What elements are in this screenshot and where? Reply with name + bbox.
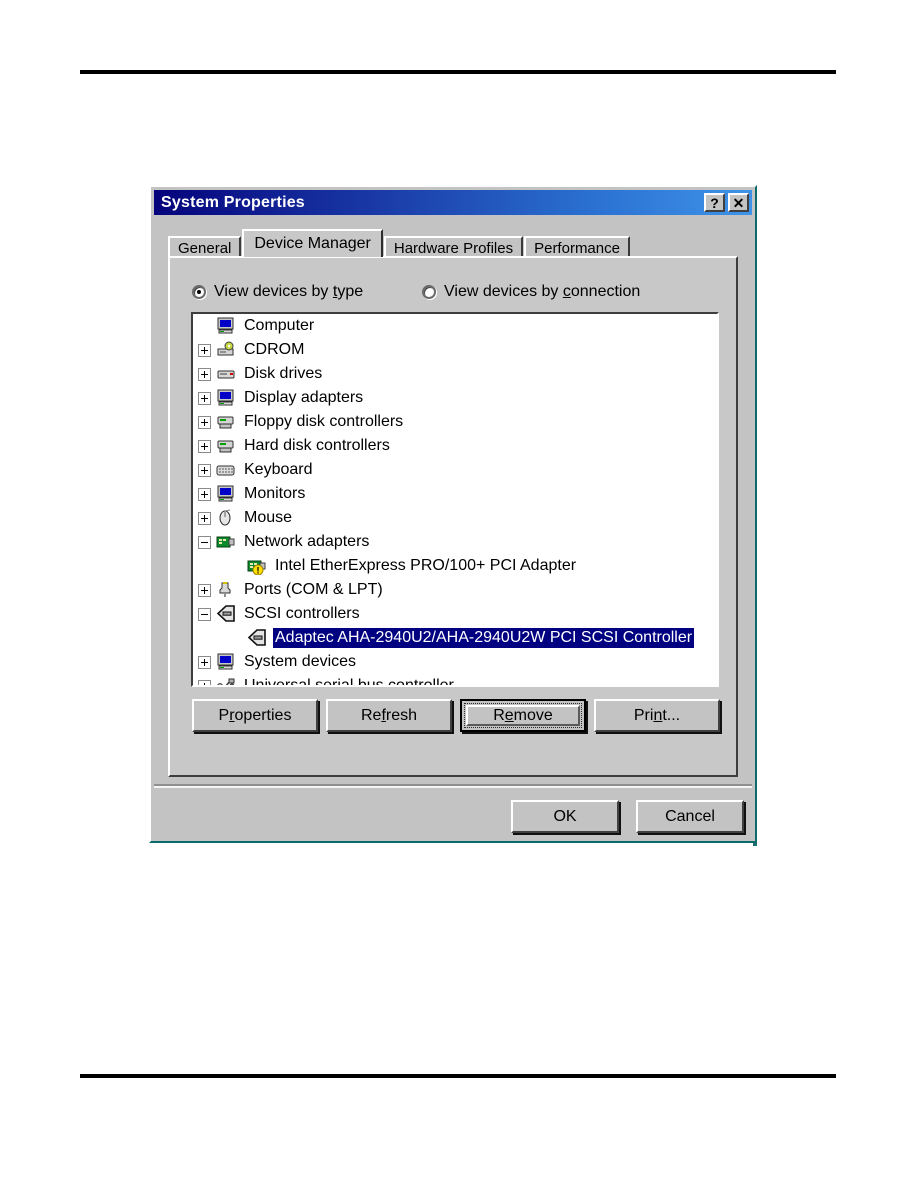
refresh-button[interactable]: Re f resh — [326, 699, 452, 732]
ok-button[interactable]: OK — [511, 800, 619, 833]
mouse-icon — [216, 509, 236, 527]
dialog-footer-buttons: OK Cancel — [511, 800, 744, 833]
tab-bar: General Device Manager Hardware Profiles… — [168, 229, 631, 259]
tree-item[interactable]: Computer — [193, 314, 717, 338]
expand-plus-icon[interactable] — [198, 655, 211, 669]
usb-controller-icon — [216, 677, 236, 685]
expand-plus-icon[interactable] — [198, 415, 211, 429]
tree-item[interactable]: SCSI controllers — [193, 602, 717, 626]
computer-icon — [216, 317, 236, 335]
radio-label-by-type: View devices by type — [214, 283, 364, 300]
expand-plus-icon[interactable] — [198, 367, 211, 381]
radio-view-by-connection[interactable]: View devices by connection — [422, 283, 640, 301]
tree-item[interactable]: Disk drives — [193, 362, 717, 386]
radio-indicator-by-connection[interactable] — [422, 285, 436, 299]
hard-disk-controller-icon — [216, 437, 236, 455]
tree-item[interactable]: Monitors — [193, 482, 717, 506]
expand-plus-icon[interactable] — [198, 487, 211, 501]
tree-item-label: Universal serial bus controller — [244, 677, 454, 687]
device-tree[interactable]: Computer CDROM Disk drives Display adapters… — [191, 312, 719, 687]
radio-label-by-connection: View devices by connection — [444, 283, 641, 300]
display-adapter-icon — [216, 389, 236, 407]
dialog-title: System Properties — [161, 193, 305, 211]
page-footer-rule — [80, 1074, 836, 1078]
system-device-icon — [216, 653, 236, 671]
tree-item[interactable]: Ports (COM & LPT) — [193, 578, 717, 602]
expand-plus-icon[interactable] — [198, 439, 211, 453]
network-adapter-warning-icon: ! — [247, 557, 267, 576]
tree-item-label: Intel EtherExpress PRO/100+ PCI Adapter — [275, 557, 577, 574]
expand-plus-icon[interactable] — [198, 583, 211, 597]
svg-text:!: ! — [257, 566, 260, 576]
expand-plus-icon[interactable] — [198, 679, 211, 685]
device-manager-panel: View devices by type View devices by con… — [168, 256, 738, 777]
collapse-minus-icon[interactable] — [198, 535, 211, 549]
keyboard-icon — [216, 461, 236, 479]
tree-item-label: Computer — [244, 317, 315, 334]
collapse-minus-icon[interactable] — [198, 607, 211, 621]
tree-item-label: Display adapters — [244, 389, 364, 406]
radio-indicator-by-type[interactable] — [192, 285, 206, 299]
scsi-controller-icon — [216, 605, 236, 623]
tree-item[interactable]: Hard disk controllers — [193, 434, 717, 458]
monitor-icon — [216, 485, 236, 503]
network-adapter-icon — [216, 533, 236, 551]
tree-item[interactable]: CDROM — [193, 338, 717, 362]
tree-item-label: Disk drives — [244, 365, 323, 382]
help-icon[interactable]: ? — [704, 193, 725, 212]
close-icon[interactable]: ✕ — [728, 193, 749, 212]
radio-view-by-type[interactable]: View devices by type — [192, 283, 422, 301]
ports-icon — [216, 581, 236, 599]
expand-plus-icon[interactable] — [198, 391, 211, 405]
scsi-controller-icon — [247, 629, 267, 647]
tree-item[interactable]: Network adapters — [193, 530, 717, 554]
cdrom-icon — [216, 341, 236, 359]
print-button[interactable]: Pri n t... — [594, 699, 720, 732]
tree-item[interactable]: Keyboard — [193, 458, 717, 482]
tree-item-label: Adaptec AHA-2940U2/AHA-2940U2W PCI SCSI … — [273, 628, 695, 648]
footer-divider — [154, 784, 752, 788]
view-mode-radio-group: View devices by type View devices by con… — [192, 283, 722, 301]
tree-item-label: Floppy disk controllers — [244, 413, 404, 430]
tree-item-label: System devices — [244, 653, 357, 670]
tree-item[interactable]: System devices — [193, 650, 717, 674]
expand-plus-icon[interactable] — [198, 511, 211, 525]
cancel-button[interactable]: Cancel — [636, 800, 744, 833]
tree-item-label: Ports (COM & LPT) — [244, 581, 383, 598]
tree-item-label: CDROM — [244, 341, 305, 358]
tree-item-label: Hard disk controllers — [244, 437, 390, 454]
remove-button[interactable]: Re move — [460, 699, 586, 732]
tree-item[interactable]: Universal serial bus controller — [193, 674, 717, 687]
tab-device-manager[interactable]: Device Manager — [242, 229, 383, 257]
page-header-rule — [80, 70, 836, 74]
disk-drive-icon — [216, 365, 236, 383]
expand-plus-icon[interactable] — [198, 463, 211, 477]
tree-item[interactable]: Mouse — [193, 506, 717, 530]
expand-plus-icon[interactable] — [198, 343, 211, 357]
system-properties-dialog: System Properties ? ✕ General Device Man… — [149, 185, 757, 843]
tree-item-label: Mouse — [244, 509, 293, 526]
tree-item-label: Monitors — [244, 485, 306, 502]
tree-item[interactable]: Display adapters — [193, 386, 717, 410]
tree-item-label: SCSI controllers — [244, 605, 360, 622]
floppy-controller-icon — [216, 413, 236, 431]
tree-item[interactable]: ! Intel EtherExpress PRO/100+ PCI Adapter — [193, 554, 717, 578]
tree-item-label: Keyboard — [244, 461, 313, 478]
tree-item[interactable]: Floppy disk controllers — [193, 410, 717, 434]
dialog-titlebar[interactable]: System Properties ? ✕ — [154, 190, 752, 215]
properties-button[interactable]: Pr operties — [192, 699, 318, 732]
tree-item-label: Network adapters — [244, 533, 370, 550]
device-action-buttons: Pr operties Re f resh Re move Pri n t... — [192, 699, 720, 732]
tree-item[interactable]: Adaptec AHA-2940U2/AHA-2940U2W PCI SCSI … — [193, 626, 717, 650]
